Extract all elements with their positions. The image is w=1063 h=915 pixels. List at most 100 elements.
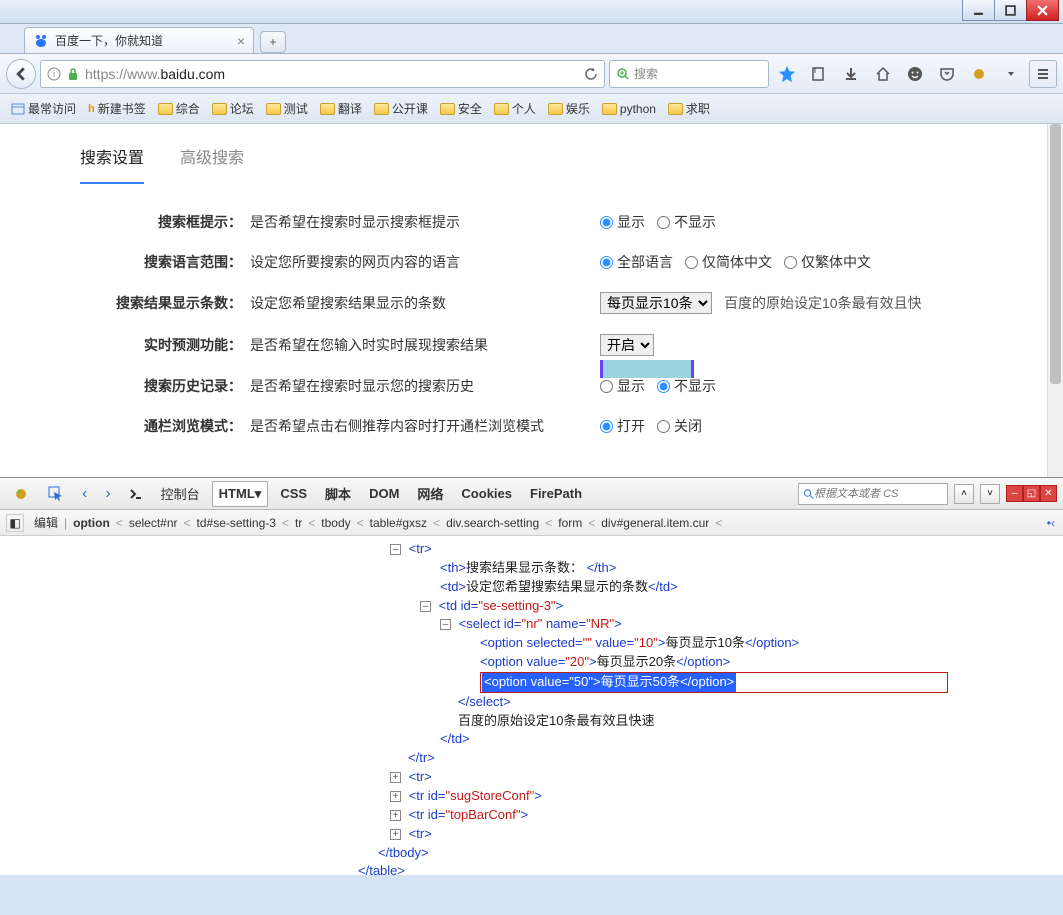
- tab-html[interactable]: HTML ▾: [212, 481, 269, 507]
- url-bar[interactable]: i https://www.baidu.com: [40, 60, 605, 88]
- radio-suggest-hide[interactable]: 不显示: [657, 212, 716, 232]
- crumb-div-search[interactable]: div.search-setting: [440, 516, 545, 530]
- reload-button[interactable]: [584, 67, 598, 81]
- bookmark-folder[interactable]: 娱乐: [543, 97, 595, 120]
- crumb-form[interactable]: form: [552, 516, 588, 530]
- firebug-icon[interactable]: [6, 481, 36, 507]
- tab-css[interactable]: CSS: [274, 482, 313, 505]
- bookmark-folder[interactable]: 翻译: [315, 97, 367, 120]
- radio-history-show[interactable]: 显示: [600, 376, 645, 396]
- firebug-breadcrumb: ◧ 编辑 | option< select#nr< td#se-setting-…: [0, 510, 1063, 536]
- select-result-count[interactable]: 每页显示10条: [600, 292, 712, 314]
- info-icon[interactable]: i: [47, 67, 61, 81]
- tab-net[interactable]: 网络: [411, 480, 449, 507]
- folder-icon: [602, 103, 617, 115]
- crumb-select[interactable]: select#nr: [123, 516, 184, 530]
- crumb-option[interactable]: option: [67, 516, 116, 530]
- expand-toggle[interactable]: +: [390, 791, 401, 802]
- nav-toolbar: i https://www.baidu.com 搜索: [0, 54, 1063, 94]
- radio-lang-simplified[interactable]: 仅简体中文: [685, 252, 772, 272]
- collapse-toggle[interactable]: –: [420, 601, 431, 612]
- selected-source-line[interactable]: <option value="50">每页显示50条</option>: [482, 673, 736, 692]
- collapse-toggle[interactable]: –: [440, 619, 451, 630]
- tab-cookies[interactable]: Cookies: [455, 482, 518, 505]
- account-button[interactable]: [901, 60, 929, 88]
- home-button[interactable]: [869, 60, 897, 88]
- folder-icon: [374, 103, 389, 115]
- firebug-source[interactable]: – <tr> <th>搜索结果显示条数： </th> <td>设定您希望搜索结果…: [0, 536, 1063, 875]
- bookmark-folder[interactable]: 测试: [261, 97, 313, 120]
- expand-toggle[interactable]: +: [390, 829, 401, 840]
- bookmark-folder[interactable]: 求职: [663, 97, 715, 120]
- bookmark-folder[interactable]: 综合: [153, 97, 205, 120]
- crumb-tr[interactable]: tr: [289, 516, 308, 530]
- edit-button[interactable]: 编辑: [28, 514, 64, 531]
- bookmark-folder[interactable]: 公开课: [369, 97, 433, 120]
- tab-console[interactable]: 控制台: [155, 480, 206, 507]
- crumb-table[interactable]: table#gxsz: [364, 516, 433, 530]
- tab-title: 百度一下，你就知道: [55, 32, 163, 49]
- inspect-button[interactable]: [42, 482, 70, 506]
- tab-script[interactable]: 脚本: [319, 480, 357, 507]
- radio-topbar-open[interactable]: 打开: [600, 416, 645, 436]
- radio-topbar-close[interactable]: 关闭: [657, 416, 702, 436]
- folder-icon: [158, 103, 173, 115]
- folder-icon: [668, 103, 683, 115]
- radio-suggest-show[interactable]: 显示: [600, 212, 645, 232]
- pocket-button[interactable]: [933, 60, 961, 88]
- firebug-minimize-button[interactable]: –: [1006, 485, 1023, 502]
- downloads-button[interactable]: [837, 60, 865, 88]
- scrollbar-thumb[interactable]: [1050, 124, 1061, 384]
- crumb-td[interactable]: td#se-setting-3: [191, 516, 282, 530]
- breadcrumb-scroll-right[interactable]: •‹: [1045, 516, 1057, 530]
- crumb-div-general[interactable]: div#general.item.cur: [595, 516, 715, 530]
- browser-tab[interactable]: 百度一下，你就知道 ×: [24, 27, 254, 53]
- new-bookmark-button[interactable]: h新建书签: [83, 97, 151, 120]
- dropdown-button[interactable]: [997, 60, 1025, 88]
- row-realtime: 实时预测功能： 是否希望在您输入时实时展现搜索结果 开启: [80, 334, 1047, 356]
- row-suggest: 搜索框提示： 是否希望在搜索时显示搜索框提示 显示 不显示: [80, 212, 1047, 232]
- search-up-button[interactable]: ˄: [954, 484, 974, 504]
- window-minimize-button[interactable]: [962, 0, 995, 21]
- select-realtime[interactable]: 开启: [600, 334, 654, 356]
- back-button[interactable]: [6, 59, 36, 89]
- search-down-button[interactable]: ˅: [980, 484, 1000, 504]
- page-scrollbar[interactable]: [1047, 124, 1063, 477]
- bookmark-folder[interactable]: 安全: [435, 97, 487, 120]
- firebug-detach-button[interactable]: ◱: [1023, 485, 1040, 502]
- browser-search-bar[interactable]: 搜索: [609, 60, 769, 88]
- tab-advanced-search[interactable]: 高级搜索: [180, 144, 244, 184]
- nav-fwd-button[interactable]: ›: [99, 481, 116, 507]
- radio-lang-all[interactable]: 全部语言: [600, 252, 673, 272]
- window-close-button[interactable]: [1026, 0, 1059, 21]
- firebug-toolbar: ‹ › 控制台 HTML ▾ CSS 脚本 DOM 网络 Cookies Fir…: [0, 478, 1063, 510]
- radio-lang-traditional[interactable]: 仅繁体中文: [784, 252, 871, 272]
- radio-history-hide[interactable]: 不显示: [657, 376, 716, 396]
- recent-visits-button[interactable]: 最常访问: [6, 97, 81, 120]
- collapse-toggle[interactable]: –: [390, 544, 401, 555]
- bookmark-folder[interactable]: 论坛: [207, 97, 259, 120]
- console-toggle-button[interactable]: [123, 483, 149, 505]
- tab-dom[interactable]: DOM: [363, 482, 405, 505]
- new-tab-button[interactable]: +: [260, 31, 286, 53]
- expand-toggle[interactable]: +: [390, 772, 401, 783]
- firebug-search-input[interactable]: [814, 488, 943, 500]
- crumb-tbody[interactable]: tbody: [315, 516, 356, 530]
- firebug-close-button[interactable]: ✕: [1040, 485, 1057, 502]
- tab-firepath[interactable]: FirePath: [524, 482, 588, 505]
- tab-search-settings[interactable]: 搜索设置: [80, 144, 144, 184]
- page-content-shell: 搜索设置 高级搜索 搜索框提示： 是否希望在搜索时显示搜索框提示 显示 不显示 …: [0, 124, 1063, 477]
- menu-button[interactable]: [1029, 60, 1057, 88]
- firebug-search[interactable]: [798, 483, 948, 505]
- tab-close-button[interactable]: ×: [237, 33, 245, 49]
- bookmark-folder[interactable]: 个人: [489, 97, 541, 120]
- expand-toggle[interactable]: +: [390, 810, 401, 821]
- window-maximize-button[interactable]: [994, 0, 1027, 21]
- bookmark-folder[interactable]: python: [597, 99, 661, 119]
- search-icon: [803, 488, 814, 500]
- firebug-button[interactable]: [965, 60, 993, 88]
- side-panel-toggle[interactable]: ◧: [6, 514, 24, 532]
- library-button[interactable]: [805, 60, 833, 88]
- bookmark-star-button[interactable]: [773, 60, 801, 88]
- nav-back-button[interactable]: ‹: [76, 481, 93, 507]
